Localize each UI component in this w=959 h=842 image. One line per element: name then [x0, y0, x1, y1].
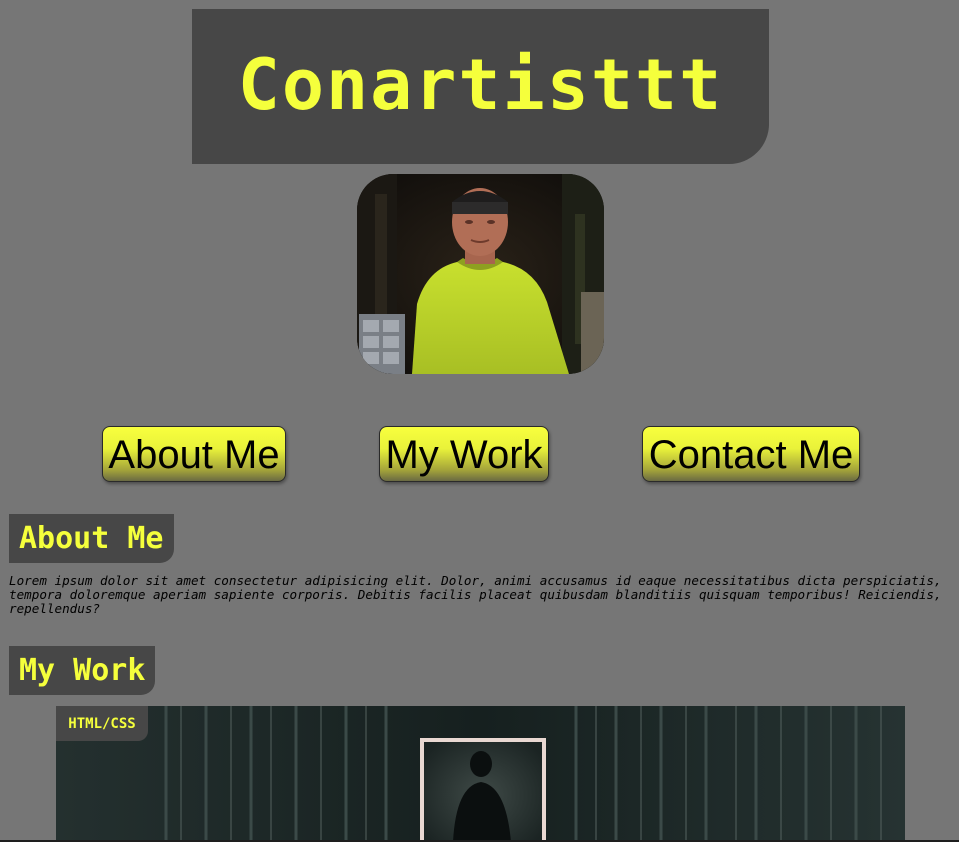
about-heading: About Me	[9, 514, 174, 563]
nav-my-work-button[interactable]: My Work	[379, 426, 549, 482]
project-label-html-css: HTML/CSS	[56, 706, 148, 741]
profile-photo	[357, 174, 604, 374]
site-title: Conartisttt	[237, 43, 724, 126]
nav-about-me-button[interactable]: About Me	[102, 426, 286, 482]
nav-contact-me-button[interactable]: Contact Me	[642, 426, 860, 482]
project-thumbnail[interactable]	[56, 706, 905, 842]
site-header: Conartisttt	[192, 9, 769, 164]
about-body-text: Lorem ipsum dolor sit amet consectetur a…	[9, 573, 942, 616]
work-heading: My Work	[9, 646, 155, 695]
